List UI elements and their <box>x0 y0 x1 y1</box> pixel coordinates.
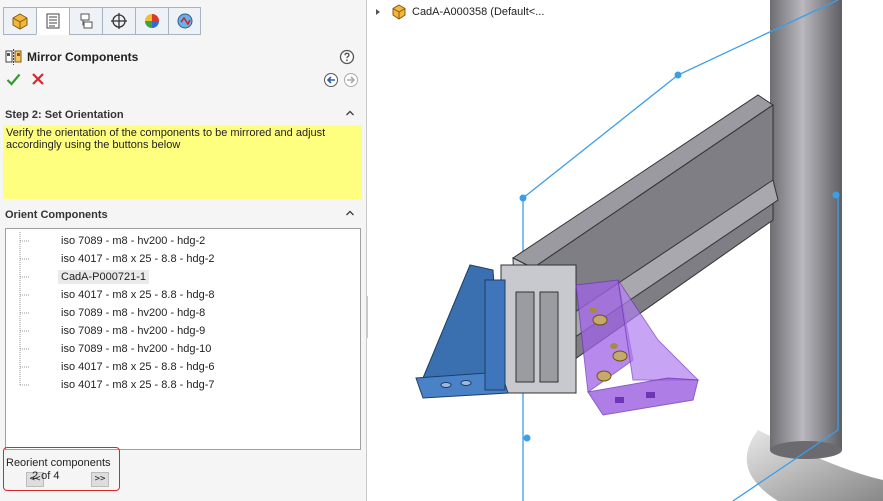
tree-connector <box>19 286 30 304</box>
tree-connector <box>19 376 30 386</box>
ok-check-icon[interactable] <box>6 72 21 87</box>
list-item[interactable]: CadA-P000721-1 <box>6 268 346 286</box>
list-item[interactable]: iso 7089 - m8 - hv200 - hdg-2 <box>6 232 346 250</box>
base-hole <box>615 397 624 403</box>
tab-configuration-manager[interactable] <box>69 7 102 35</box>
cam-manager-icon <box>177 13 192 29</box>
tree-connector <box>19 322 30 340</box>
column-base <box>770 441 842 459</box>
display-manager-icon <box>145 14 159 28</box>
step-header-label: Step 2: Set Orientation <box>5 109 124 121</box>
end-plate <box>500 264 577 394</box>
page-title: Mirror Components <box>27 50 139 64</box>
chevron-up-icon[interactable] <box>345 208 355 218</box>
back-arrow-icon[interactable] <box>323 72 339 88</box>
component-label: iso 7089 - m8 - hv200 - hdg-8 <box>61 307 206 319</box>
tree-connector <box>19 304 30 322</box>
plane-handle[interactable] <box>832 191 840 199</box>
tab-feature-manager[interactable] <box>3 7 36 35</box>
plane-handle[interactable] <box>519 194 527 202</box>
list-item[interactable]: iso 4017 - m8 x 25 - 8.8 - hdg-6 <box>6 358 346 376</box>
property-manager-icon <box>46 13 60 29</box>
tab-display-manager[interactable] <box>135 7 168 35</box>
next-arrow-icon[interactable] <box>343 72 359 88</box>
component-label: iso 4017 - m8 x 25 - 8.8 - hdg-7 <box>61 379 215 391</box>
help-icon[interactable] <box>339 49 355 65</box>
step-header[interactable]: Step 2: Set Orientation <box>0 106 367 124</box>
component-label: iso 7089 - m8 - hv200 - hdg-9 <box>61 325 206 337</box>
bracket-hole <box>440 382 452 388</box>
instruction-message: Verify the orientation of the components… <box>3 125 362 199</box>
reorient-components-label: Reorient components <box>6 457 111 469</box>
list-item[interactable]: iso 7089 - m8 - hv200 - hdg-10 <box>6 340 346 358</box>
end-plate-slot <box>539 291 559 383</box>
configuration-manager-icon <box>80 13 93 29</box>
tab-property-manager[interactable] <box>36 7 69 35</box>
next-orientation-button[interactable]: >> <box>91 472 109 487</box>
feature-manager-icon <box>12 13 28 30</box>
property-manager-title-row: Mirror Components <box>5 48 355 66</box>
mirrored-bracket-base <box>587 377 699 416</box>
blue-bracket-plate <box>484 279 506 391</box>
model-viewport <box>415 0 883 501</box>
ok-cancel-row <box>5 70 360 90</box>
chevron-up-icon[interactable] <box>345 108 355 118</box>
dimxpert-icon <box>111 13 127 29</box>
mirror-components-icon <box>5 49 22 65</box>
column-pipe <box>770 0 842 450</box>
component-label: iso 4017 - m8 x 25 - 8.8 - hdg-2 <box>61 253 215 265</box>
list-item[interactable]: iso 4017 - m8 x 25 - 8.8 - hdg-2 <box>6 250 346 268</box>
list-item[interactable]: iso 7089 - m8 - hv200 - hdg-8 <box>6 304 346 322</box>
bracket-hole <box>460 380 472 386</box>
tree-connector <box>19 232 30 250</box>
tree-connector <box>19 268 30 286</box>
tab-cam-manager[interactable] <box>168 7 201 35</box>
list-item[interactable]: iso 4017 - m8 x 25 - 8.8 - hdg-8 <box>6 286 346 304</box>
component-label: iso 4017 - m8 x 25 - 8.8 - hdg-6 <box>61 361 215 373</box>
tree-connector <box>19 250 30 268</box>
reorient-components-group: Reorient components << 2 of 4 >> <box>3 447 120 491</box>
cancel-x-icon[interactable] <box>31 72 45 86</box>
orient-components-header[interactable]: Orient Components <box>0 206 367 224</box>
tree-connector <box>19 340 30 358</box>
component-label: iso 7089 - m8 - hv200 - hdg-2 <box>61 235 206 247</box>
orient-components-label: Orient Components <box>5 209 108 221</box>
tab-dimxpert-manager[interactable] <box>102 7 135 35</box>
plane-handle[interactable] <box>523 434 531 442</box>
orientation-counter: 2 of 4 <box>32 470 60 482</box>
tree-connector <box>19 358 30 376</box>
manager-tabs <box>3 7 201 39</box>
graphics-area[interactable]: CadA-A000358 (Default<... <box>368 0 883 501</box>
component-label: iso 4017 - m8 x 25 - 8.8 - hdg-8 <box>61 289 215 301</box>
end-plate-slot <box>515 291 535 383</box>
component-label: iso 7089 - m8 - hv200 - hdg-10 <box>61 343 212 355</box>
property-manager-panel: Mirror Components Step 2: Set Orientatio… <box>0 0 367 501</box>
component-label: CadA-P000721-1 <box>58 270 150 284</box>
plane-handle[interactable] <box>674 71 682 79</box>
components-list[interactable]: iso 7089 - m8 - hv200 - hdg-2 iso 4017 - … <box>5 228 361 450</box>
base-hole <box>646 392 655 398</box>
list-item[interactable]: iso 7089 - m8 - hv200 - hdg-9 <box>6 322 346 340</box>
list-item[interactable]: iso 4017 - m8 x 25 - 8.8 - hdg-7 <box>6 376 346 394</box>
